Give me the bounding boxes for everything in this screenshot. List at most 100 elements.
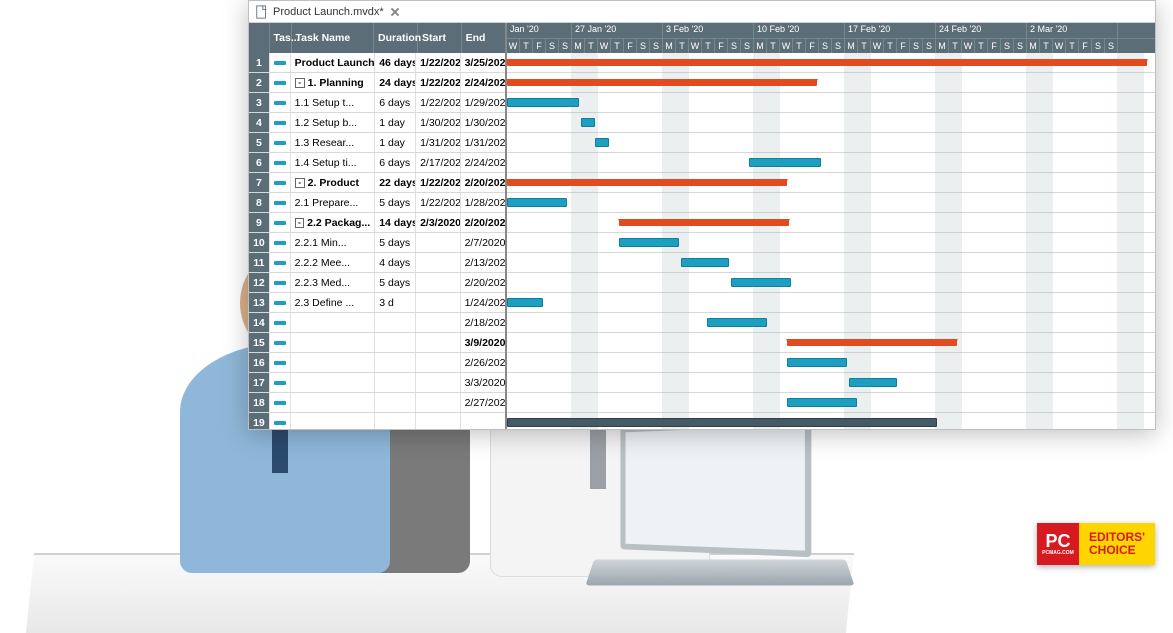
row-end[interactable]: 1/30/2020 — [461, 113, 505, 132]
table-row[interactable]: 41.2 Setup b...1 day1/30/20201/30/2020 — [249, 113, 505, 133]
row-end[interactable]: 1/31/2020 — [461, 133, 505, 152]
col-start[interactable]: Start — [418, 23, 462, 53]
task-bar[interactable] — [749, 158, 821, 167]
summary-bar[interactable] — [619, 219, 789, 226]
table-row[interactable]: 82.1 Prepare...5 days1/22/20201/28/2020 — [249, 193, 505, 213]
row-end[interactable]: 1/29/2020 — [461, 93, 505, 112]
row-start[interactable] — [416, 273, 461, 292]
row-duration[interactable] — [375, 393, 416, 412]
row-end[interactable]: 2/27/2020 — [461, 393, 505, 412]
task-bar[interactable] — [507, 418, 937, 427]
row-start[interactable]: 2/3/2020 — [416, 213, 461, 232]
row-duration[interactable]: 1 day — [375, 133, 416, 152]
row-end[interactable]: 2/20/2020 — [461, 173, 505, 192]
table-row[interactable]: 9-2.2 Packag...14 days2/3/20202/20/2020 — [249, 213, 505, 233]
row-name[interactable]: 2.3 Define ... — [291, 293, 376, 312]
row-start[interactable] — [416, 253, 461, 272]
expand-icon[interactable]: - — [295, 178, 305, 188]
task-bar[interactable] — [507, 198, 567, 207]
table-row[interactable]: 162/26/2020 — [249, 353, 505, 373]
table-row[interactable]: 173/3/2020 — [249, 373, 505, 393]
row-duration[interactable]: 14 days — [375, 213, 416, 232]
row-start[interactable]: 1/22/2020 — [416, 53, 461, 72]
summary-bar[interactable] — [507, 179, 787, 186]
summary-bar[interactable] — [787, 339, 957, 346]
row-name[interactable] — [291, 413, 376, 429]
task-bar[interactable] — [681, 258, 729, 267]
col-end[interactable]: End — [462, 23, 505, 53]
row-name[interactable]: 1.1 Setup t... — [291, 93, 376, 112]
row-name[interactable]: 1.4 Setup ti... — [291, 153, 376, 172]
row-duration[interactable] — [375, 413, 416, 429]
table-row[interactable]: 61.4 Setup ti...6 days2/17/20202/24/2020 — [249, 153, 505, 173]
summary-bar[interactable] — [507, 79, 817, 86]
col-duration[interactable]: Duration — [374, 23, 418, 53]
gantt-body[interactable] — [507, 53, 1155, 429]
table-row[interactable]: 7-2. Product22 days1/22/20202/20/2020 — [249, 173, 505, 193]
row-end[interactable]: 1/28/2020 — [461, 193, 505, 212]
table-row[interactable]: 182/27/2020 — [249, 393, 505, 413]
row-end[interactable]: 3/25/2020 — [461, 53, 505, 72]
expand-icon[interactable]: - — [295, 218, 305, 228]
table-row[interactable]: 122.2.3 Med...5 days2/20/2020 — [249, 273, 505, 293]
row-start[interactable]: 2/17/2020 — [416, 153, 461, 172]
task-bar[interactable] — [707, 318, 767, 327]
row-duration[interactable]: 4 days — [375, 253, 416, 272]
table-row[interactable]: 19 — [249, 413, 505, 429]
row-duration[interactable] — [375, 313, 416, 332]
row-start[interactable]: 1/22/2020 — [416, 73, 461, 92]
table-row[interactable]: 132.3 Define ...3 d1/24/2020 — [249, 293, 505, 313]
row-start[interactable] — [416, 313, 461, 332]
table-row[interactable]: 31.1 Setup t...6 days1/22/20201/29/2020 — [249, 93, 505, 113]
row-name[interactable]: -1. Planning — [291, 73, 376, 92]
task-bar[interactable] — [787, 398, 857, 407]
row-name[interactable]: 2.2.3 Med... — [291, 273, 376, 292]
row-end[interactable]: 3/3/2020 — [461, 373, 505, 392]
row-name[interactable]: Product Launch — [291, 53, 376, 72]
row-end[interactable]: 2/24/2020 — [461, 153, 505, 172]
row-duration[interactable]: 3 d — [375, 293, 416, 312]
task-bar[interactable] — [849, 378, 897, 387]
row-duration[interactable]: 5 days — [375, 233, 416, 252]
table-row[interactable]: 1Product Launch46 days?1/22/20203/25/202… — [249, 53, 505, 73]
row-start[interactable]: 1/22/2020 — [416, 173, 461, 192]
task-bar[interactable] — [731, 278, 791, 287]
row-end[interactable]: 2/26/2020 — [461, 353, 505, 372]
task-bar[interactable] — [507, 298, 543, 307]
row-start[interactable] — [416, 353, 461, 372]
row-duration[interactable]: 22 days — [375, 173, 416, 192]
row-duration[interactable] — [375, 373, 416, 392]
table-row[interactable]: 112.2.2 Mee...4 days2/13/2020 — [249, 253, 505, 273]
task-bar[interactable] — [595, 138, 609, 147]
row-end[interactable]: 3/9/2020 — [461, 333, 505, 352]
close-icon[interactable] — [390, 7, 400, 17]
table-row[interactable]: 142/18/2020 — [249, 313, 505, 333]
table-row[interactable]: 153/9/2020 — [249, 333, 505, 353]
task-bar[interactable] — [581, 118, 595, 127]
row-duration[interactable] — [375, 333, 416, 352]
row-start[interactable] — [416, 393, 461, 412]
table-row[interactable]: 51.3 Resear...1 day1/31/20201/31/2020 — [249, 133, 505, 153]
row-name[interactable]: -2.2 Packag... — [291, 213, 376, 232]
task-bar[interactable] — [507, 98, 579, 107]
row-start[interactable] — [416, 413, 461, 429]
table-row[interactable]: 102.2.1 Min...5 days2/7/2020 — [249, 233, 505, 253]
row-name[interactable]: 2.1 Prepare... — [291, 193, 376, 212]
row-end[interactable]: 2/7/2020 — [461, 233, 505, 252]
row-name[interactable] — [291, 393, 376, 412]
row-end[interactable]: 2/24/2020 — [461, 73, 505, 92]
row-end[interactable]: 2/20/2020 — [461, 213, 505, 232]
row-name[interactable]: 1.3 Resear... — [291, 133, 376, 152]
expand-icon[interactable]: - — [295, 78, 305, 88]
row-end[interactable]: 2/20/2020 — [461, 273, 505, 292]
table-row[interactable]: 2-1. Planning24 days1/22/20202/24/2020 — [249, 73, 505, 93]
row-end[interactable]: 2/13/2020 — [461, 253, 505, 272]
row-end[interactable]: 2/18/2020 — [461, 313, 505, 332]
row-name[interactable]: 1.2 Setup b... — [291, 113, 376, 132]
row-duration[interactable]: 24 days — [375, 73, 416, 92]
row-end[interactable]: 1/24/2020 — [461, 293, 505, 312]
row-start[interactable] — [416, 373, 461, 392]
row-name[interactable]: -2. Product — [291, 173, 376, 192]
row-duration[interactable]: 6 days — [375, 153, 416, 172]
row-name[interactable]: 2.2.2 Mee... — [291, 253, 376, 272]
